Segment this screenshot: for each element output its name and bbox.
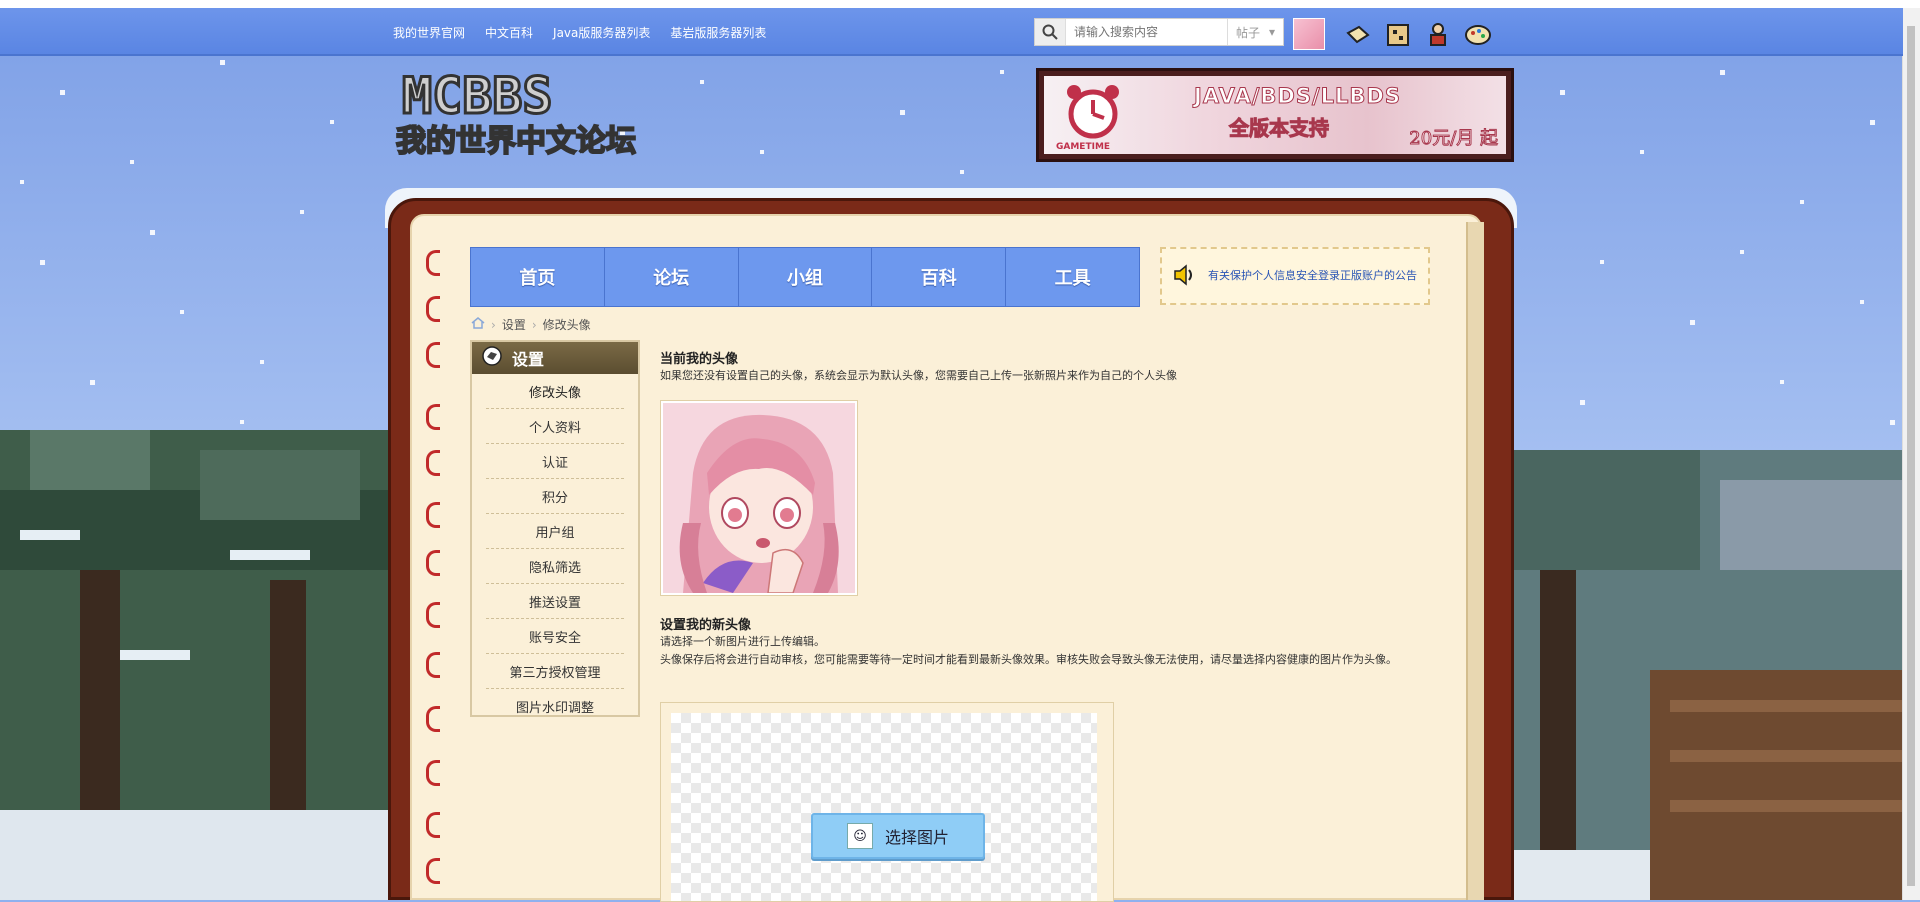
- top-bar: 我的世界官网 中文百科 Java版服务器列表 基岩版服务器列表 帖子 ▾: [0, 8, 1903, 56]
- search-type-select[interactable]: 帖子 ▾: [1227, 19, 1283, 45]
- pine-forest-right: [1500, 450, 1920, 900]
- browser-top-strip: [0, 0, 1920, 8]
- search-type-label: 帖子: [1236, 25, 1261, 40]
- sidebar-item-watermark[interactable]: 图片水印调整: [486, 689, 624, 723]
- current-avatar-title: 当前我的头像: [660, 352, 739, 367]
- sidebar-item-points[interactable]: 积分: [486, 479, 624, 514]
- nav-tab-wiki[interactable]: 百科: [872, 248, 1007, 306]
- nav-tab-groups[interactable]: 小组: [739, 248, 873, 306]
- page-scrollbar[interactable]: [1902, 8, 1920, 900]
- binder-ring: [426, 450, 440, 476]
- crate-icon[interactable]: [1383, 20, 1413, 50]
- upload-preview-canvas: ☺ 选择图片: [671, 713, 1097, 901]
- sidebar-item-verification[interactable]: 认证: [486, 444, 624, 479]
- binder-ring: [426, 502, 440, 528]
- search-input[interactable]: [1072, 24, 1216, 40]
- binder-ring: [426, 602, 440, 628]
- breadcrumb-separator: ›: [491, 317, 496, 332]
- pine-forest-left: [0, 430, 420, 900]
- sidebar-item-profile[interactable]: 个人资料: [486, 409, 624, 444]
- nav-tab-forum[interactable]: 论坛: [605, 248, 739, 306]
- sidebar-item-security[interactable]: 账号安全: [486, 619, 624, 654]
- breadcrumb-settings[interactable]: 设置: [502, 316, 526, 333]
- sidebar-item-user-group[interactable]: 用户组: [486, 514, 624, 549]
- svg-text:我的世界中文论坛: 我的世界中文论坛: [396, 124, 636, 159]
- avatar-upload-area: ☺ 选择图片: [660, 702, 1114, 902]
- breadcrumb-separator: ›: [531, 317, 537, 332]
- choose-image-button[interactable]: ☺ 选择图片: [811, 813, 985, 859]
- binder-ring: [426, 296, 440, 322]
- breadcrumb-change-avatar: 修改头像: [542, 318, 591, 332]
- speaker-icon: [1172, 262, 1198, 291]
- palette-icon[interactable]: [1463, 20, 1493, 50]
- new-avatar-section: 设置我的新头像 请选择一个新图片进行上传编辑。 头像保存后将会进行自动审核，您可…: [660, 614, 1430, 669]
- sidebar-item-change-avatar[interactable]: 修改头像: [486, 374, 624, 409]
- top-link-java-servers[interactable]: Java版服务器列表: [553, 24, 650, 41]
- new-avatar-title: 设置我的新头像: [660, 618, 752, 633]
- ad-subtitle: 全版本支持: [1229, 116, 1330, 141]
- binder-ring: [426, 812, 440, 838]
- scrollbar-thumb[interactable]: [1907, 26, 1915, 886]
- ad-title: JAVA/BDS/LLBDS: [1194, 84, 1401, 109]
- sidebar-item-third-party[interactable]: 第三方授权管理: [486, 654, 624, 689]
- home-icon[interactable]: [471, 317, 485, 332]
- binder-ring: [426, 250, 440, 276]
- alarm-clock-icon: [1067, 85, 1119, 139]
- ad-banner-content: GAMETIME JAVA/BDS/LLBDS 全版本支持 20元/月 起: [1044, 76, 1506, 154]
- binder-ring: [426, 404, 440, 430]
- mail-icon[interactable]: [1343, 20, 1373, 50]
- main-nav: 首页 论坛 小组 百科 工具: [470, 247, 1140, 307]
- binder-ring: [426, 652, 440, 678]
- potion-icon[interactable]: [1423, 20, 1453, 50]
- top-link-bedrock-servers[interactable]: 基岩版服务器列表: [670, 24, 766, 41]
- search-box: 帖子 ▾: [1034, 18, 1284, 46]
- top-icon-group: [1343, 20, 1493, 50]
- new-avatar-desc-2: 头像保存后将会进行自动审核，您可能需要等待一定时间才能看到最新头像效果。审核失败…: [660, 653, 1397, 666]
- current-avatar-desc: 如果您还没有设置自己的头像，系统会显示为默认头像，您需要自己上传一张新照片来作为…: [660, 369, 1177, 382]
- binder-ring: [426, 706, 440, 732]
- sidebar-item-privacy[interactable]: 隐私筛选: [486, 549, 624, 584]
- binder-ring: [426, 550, 440, 576]
- nav-tab-home[interactable]: 首页: [471, 248, 605, 306]
- current-avatar-image: [663, 403, 855, 594]
- top-links: 我的世界官网 中文百科 Java版服务器列表 基岩版服务器列表: [393, 24, 766, 41]
- announcement-text[interactable]: 有关保护个人信息安全登录正版账户的公告: [1208, 269, 1417, 283]
- mcbbs-logo[interactable]: MCBBS 我的世界中文论坛: [392, 69, 656, 161]
- binder-ring: [426, 760, 440, 786]
- sidebar-header: 设置: [472, 342, 638, 374]
- top-link-wiki[interactable]: 中文百科: [485, 24, 533, 41]
- book-page-edge: [1466, 222, 1484, 900]
- photo-icon: ☺: [846, 823, 873, 849]
- ad-brand: GAMETIME: [1056, 142, 1111, 152]
- settings-badge-icon: [480, 345, 504, 371]
- ad-banner[interactable]: GAMETIME JAVA/BDS/LLBDS 全版本支持 20元/月 起: [1036, 68, 1514, 162]
- sidebar-title: 设置: [512, 350, 545, 369]
- nav-tab-tools[interactable]: 工具: [1006, 248, 1139, 306]
- breadcrumb: › 设置 › 修改头像: [471, 316, 591, 333]
- top-link-minecraft-official[interactable]: 我的世界官网: [393, 24, 465, 41]
- binder-ring: [426, 858, 440, 884]
- ad-price: 20元/月 起: [1409, 128, 1499, 150]
- chevron-down-icon: ▾: [1268, 25, 1275, 39]
- current-avatar-section: 当前我的头像 如果您还没有设置自己的头像，系统会显示为默认头像，您需要自己上传一…: [660, 348, 1430, 385]
- binder-ring: [426, 342, 440, 368]
- user-avatar[interactable]: [1293, 18, 1325, 50]
- new-avatar-desc-1: 请选择一个新图片进行上传编辑。: [660, 635, 825, 648]
- announcement-box[interactable]: 有关保护个人信息安全登录正版账户的公告: [1160, 247, 1430, 305]
- settings-sidebar: 设置 修改头像 个人资料 认证 积分 用户组 隐私筛选 推送设置 账号安全 第三…: [470, 340, 640, 717]
- svg-text:MCBBS: MCBBS: [402, 69, 553, 125]
- search-icon[interactable]: [1035, 19, 1066, 45]
- sidebar-item-push[interactable]: 推送设置: [486, 584, 624, 619]
- current-avatar-frame: [660, 400, 858, 596]
- choose-image-label: 选择图片: [884, 828, 949, 847]
